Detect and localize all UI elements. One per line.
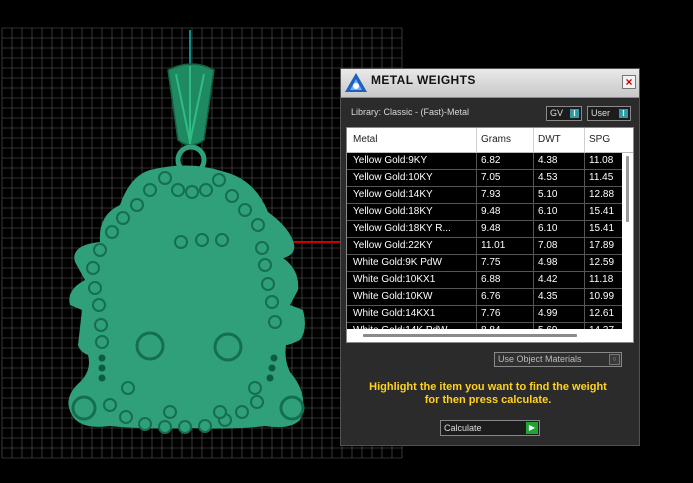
column-header-metal[interactable]: Metal (353, 134, 377, 145)
table-cell: 7.05 (481, 172, 501, 183)
column-header-grams[interactable]: Grams (481, 134, 511, 145)
table-cell: 9.48 (481, 223, 501, 234)
table-cell: 4.42 (538, 274, 558, 285)
pendant-model[interactable] (68, 63, 305, 434)
table-cell: 15.41 (589, 206, 615, 217)
instruction-line-1: Highlight the item you want to find the … (369, 381, 607, 393)
table-cell: 4.99 (538, 308, 558, 319)
table-cell: Yellow Gold:18KY R... (353, 223, 451, 234)
gv-toggle-icon: I (570, 109, 579, 118)
table-cell: 9.48 (481, 206, 501, 217)
table-row[interactable]: Yellow Gold:10KY 7.05 4.53 11.45 (347, 170, 622, 187)
dropdown-icon: ○ (609, 354, 620, 365)
table-cell: White Gold:9K PdW (353, 257, 442, 268)
table-cell: 12.59 (589, 257, 615, 268)
library-label: Library: Classic - (Fast)-Metal (351, 107, 470, 117)
table-row[interactable]: Yellow Gold:18KY 9.48 6.10 15.41 (347, 204, 622, 221)
table-cell: 15.41 (589, 223, 615, 234)
gem-setting-left (135, 331, 165, 361)
table-cell: 7.76 (481, 308, 501, 319)
table-cell: 7.08 (538, 240, 558, 251)
table-cell: 6.10 (538, 223, 558, 234)
table-row[interactable]: Yellow Gold:22KY 11.01 7.08 17.89 (347, 238, 622, 255)
table-cell: 6.10 (538, 206, 558, 217)
table-cell: 12.88 (589, 189, 615, 200)
table-cell: Yellow Gold:14KY (353, 189, 433, 200)
table-row[interactable]: White Gold:14KX1 7.76 4.99 12.61 (347, 306, 622, 323)
table-cell: 6.76 (481, 291, 501, 302)
table-cell: White Gold:10KW (353, 291, 433, 302)
column-header-dwt[interactable]: DWT (538, 134, 561, 145)
table-cell: Yellow Gold:9KY (353, 155, 428, 166)
gv-label: GV (550, 108, 564, 118)
user-toggle-icon: I (619, 109, 628, 118)
table-cell: Yellow Gold:10KY (353, 172, 433, 183)
table-row[interactable]: Yellow Gold:9KY 6.82 4.38 11.08 (347, 153, 622, 170)
table-header: Metal Grams DWT SPG (347, 128, 633, 153)
column-header-spg[interactable]: SPG (589, 134, 610, 145)
matrix-logo-icon (345, 73, 367, 92)
table-cell: 10.99 (589, 291, 615, 302)
table-rows: Yellow Gold:9KY 6.82 4.38 11.08 Yellow Gold:… (347, 153, 622, 340)
table-cell: 11.18 (589, 274, 614, 285)
calculate-button[interactable]: Calculate ▶ (440, 420, 540, 436)
table-row[interactable]: Yellow Gold:14KY 7.93 5.10 12.88 (347, 187, 622, 204)
metal-weights-panel: METAL WEIGHTS × Library: Classic - (Fast… (340, 68, 640, 446)
table-cell: 17.89 (589, 240, 615, 251)
gem-setting-bottom-right (279, 395, 305, 421)
instruction-text: Highlight the item you want to find the … (353, 381, 623, 407)
table-cell: White Gold:10KX1 (353, 274, 436, 285)
panel-title: METAL WEIGHTS (371, 73, 476, 87)
table-cell: 12.61 (589, 308, 615, 319)
table-row[interactable]: White Gold:9K PdW 7.75 4.98 12.59 (347, 255, 622, 272)
table-row[interactable]: White Gold:10KW 6.76 4.35 10.99 (347, 289, 622, 306)
table-cell: 11.08 (589, 155, 614, 166)
instruction-line-2: for then press calculate. (424, 394, 552, 406)
close-button[interactable]: × (622, 75, 636, 89)
table-cell: Yellow Gold:18KY (353, 206, 433, 217)
materials-dropdown-label: Use Object Materials (498, 354, 582, 364)
table-cell: 6.88 (481, 274, 501, 285)
table-cell: White Gold:14KX1 (353, 308, 436, 319)
table-cell: 5.10 (538, 189, 558, 200)
user-toggle[interactable]: User I (587, 106, 631, 121)
table-cell: 11.01 (481, 240, 506, 251)
table-cell: 11.45 (589, 172, 614, 183)
vertical-scrollbar[interactable] (626, 156, 629, 222)
table-cell: Yellow Gold:22KY (353, 240, 433, 251)
gv-toggle[interactable]: GV I (546, 106, 582, 121)
materials-dropdown[interactable]: Use Object Materials ○ (494, 352, 622, 367)
table-cell: 7.75 (481, 257, 501, 268)
gem-setting-right (213, 332, 243, 362)
table-cell: 7.93 (481, 189, 501, 200)
user-label: User (591, 108, 611, 118)
table-cell: 4.98 (538, 257, 558, 268)
table-cell: 4.38 (538, 155, 558, 166)
metal-table[interactable]: Metal Grams DWT SPG Yellow Gold:9KY 6.82 4… (346, 127, 634, 343)
table-cell: 4.35 (538, 291, 558, 302)
play-icon: ▶ (526, 422, 538, 434)
table-row[interactable]: Yellow Gold:18KY R... 9.48 6.10 15.41 (347, 221, 622, 238)
panel-header: METAL WEIGHTS × (341, 69, 639, 98)
gem-setting-bottom-left (71, 395, 97, 421)
horizontal-scrollbar[interactable] (363, 334, 577, 337)
calculate-label: Calculate (444, 423, 482, 433)
table-cell: 6.82 (481, 155, 501, 166)
table-cell: 4.53 (538, 172, 558, 183)
table-row[interactable]: White Gold:10KX1 6.88 4.42 11.18 (347, 272, 622, 289)
